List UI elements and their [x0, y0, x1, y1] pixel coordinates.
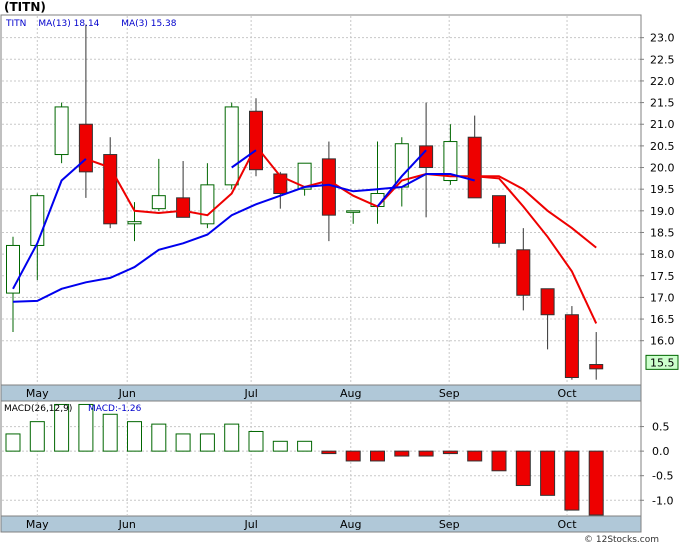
price-tick-label: 20.0 [650, 162, 675, 175]
macd-month-label: May [26, 518, 49, 531]
macd-tick-label: 0.5 [652, 421, 670, 434]
candle-down [564, 314, 579, 379]
candle-down [176, 197, 191, 218]
candle-down [78, 123, 93, 173]
macd-bar-pos [151, 423, 167, 452]
price-date-bar [0, 384, 642, 402]
stock-chart: 16.0 16.5 17.0 17.5 18.0 18.5 19.0 19.5 20.0 20.5… [0, 0, 680, 546]
price-panel [0, 14, 642, 386]
macd-bar-neg [467, 450, 483, 462]
price-month-label: Aug [340, 387, 361, 400]
chart-svg: 16.0 16.5 17.0 17.5 18.0 18.5 19.0 19.5 20.0 20.5… [0, 0, 680, 546]
copyright-text: © 12Stocks.com [584, 535, 659, 545]
macd-bar-neg [321, 450, 337, 455]
macd-tick-label: -0.5 [652, 470, 673, 483]
candle-up [151, 195, 166, 210]
candle-down [516, 249, 531, 296]
last-price-label: 15.5 [650, 356, 675, 369]
candle-down [589, 364, 604, 370]
price-month-label: Oct [558, 387, 578, 400]
price-tick-label: 20.5 [650, 140, 675, 153]
macd-bar-neg [515, 450, 531, 487]
price-tick-label: 19.0 [650, 205, 675, 218]
macd-bar-pos [175, 433, 191, 452]
macd-bar-pos [127, 421, 142, 452]
price-tick-label: 17.5 [650, 270, 675, 283]
macd-bar-neg [370, 450, 385, 462]
price-tick-label: 21.5 [650, 97, 675, 110]
candle-down [419, 145, 434, 169]
price-tick-label: 19.5 [650, 183, 675, 196]
candle-up [224, 106, 239, 186]
candle-up [127, 221, 142, 225]
candle-up [54, 106, 69, 156]
macd-title: MACD(26,12,9) [4, 404, 72, 414]
price-month-label: Sep [439, 387, 460, 400]
macd-bar-neg [564, 450, 580, 511]
macd-value: MACD:-1.26 [88, 404, 142, 414]
candle-down [492, 195, 506, 244]
candle-up [200, 184, 215, 225]
macd-bar-pos [5, 433, 21, 452]
price-tick-label: 17.0 [650, 291, 675, 304]
macd-bar-neg [394, 450, 410, 457]
macd-bar-neg [540, 450, 556, 496]
price-tick-label: 18.0 [650, 248, 675, 261]
macd-bar-pos [297, 440, 313, 452]
candle-down [540, 288, 555, 316]
macd-month-label: Oct [558, 518, 578, 531]
macd-bar-neg [418, 450, 434, 457]
price-tick-label: 21.0 [650, 118, 675, 131]
macd-month-label: Sep [439, 518, 460, 531]
macd-bar-pos [199, 433, 215, 452]
price-tick-label: 22.5 [650, 53, 675, 66]
legend-entry: TITN [5, 19, 26, 29]
macd-bar-pos [272, 440, 288, 452]
price-month-label: Jun [118, 387, 136, 400]
macd-tick-label: -1.0 [652, 494, 673, 507]
legend-entry: MA(3) 15.38 [121, 19, 177, 29]
macd-month-label: Aug [340, 518, 361, 531]
macd-month-label: Jul [243, 518, 257, 531]
candle-down [249, 110, 263, 171]
price-month-label: Jul [243, 387, 257, 400]
price-tick-label: 16.5 [650, 313, 675, 326]
macd-bar-neg [588, 450, 604, 516]
price-month-label: May [26, 387, 49, 400]
macd-month-label: Jun [118, 518, 136, 531]
candle-down [467, 136, 482, 199]
macd-date-bar [0, 515, 642, 533]
candle-up [346, 210, 361, 213]
price-tick-label: 18.5 [650, 226, 675, 239]
chart-title: (TITN) [4, 0, 46, 14]
candle-up [30, 195, 45, 246]
candle-up [6, 244, 20, 294]
macd-bar-neg [442, 450, 458, 455]
legend-entry: MA(13) 18.14 [38, 19, 99, 29]
macd-bar-pos [224, 423, 240, 452]
price-tick-label: 16.0 [650, 335, 675, 348]
macd-bar-neg [345, 450, 361, 462]
macd-bar-pos [248, 430, 264, 452]
macd-bar-pos [29, 421, 45, 452]
macd-tick-label: 0.0 [652, 445, 670, 458]
price-tick-label: 23.0 [650, 32, 675, 45]
price-tick-label: 22.0 [650, 75, 675, 88]
macd-bar-pos [102, 413, 118, 452]
macd-bar-neg [491, 450, 507, 472]
